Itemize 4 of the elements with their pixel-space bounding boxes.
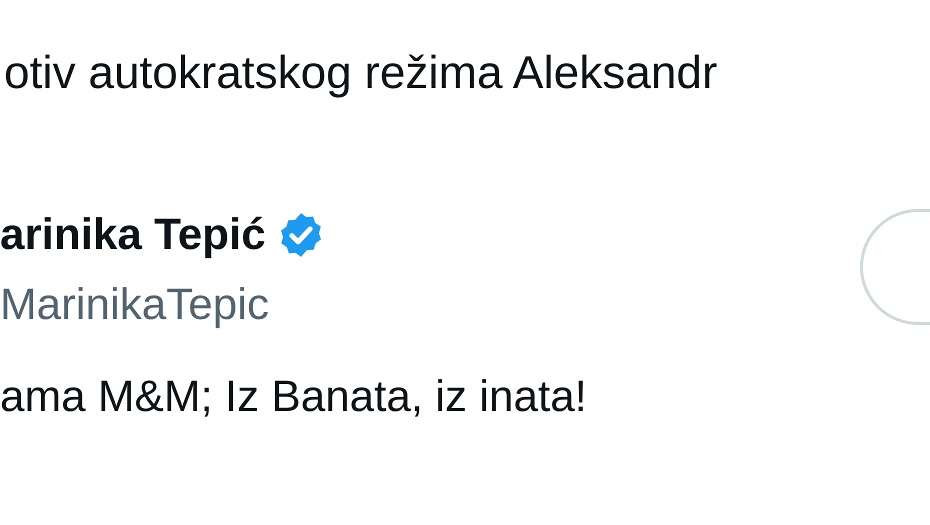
author-handle[interactable]: MarinikaTepic bbox=[0, 277, 326, 333]
tweet-text: otiv autokratskog režima Aleksandr bbox=[4, 45, 718, 100]
author-name[interactable]: arinika Tepić bbox=[0, 207, 266, 263]
tweet-text: ama M&M; Iz Banata, iz inata! bbox=[0, 371, 588, 423]
